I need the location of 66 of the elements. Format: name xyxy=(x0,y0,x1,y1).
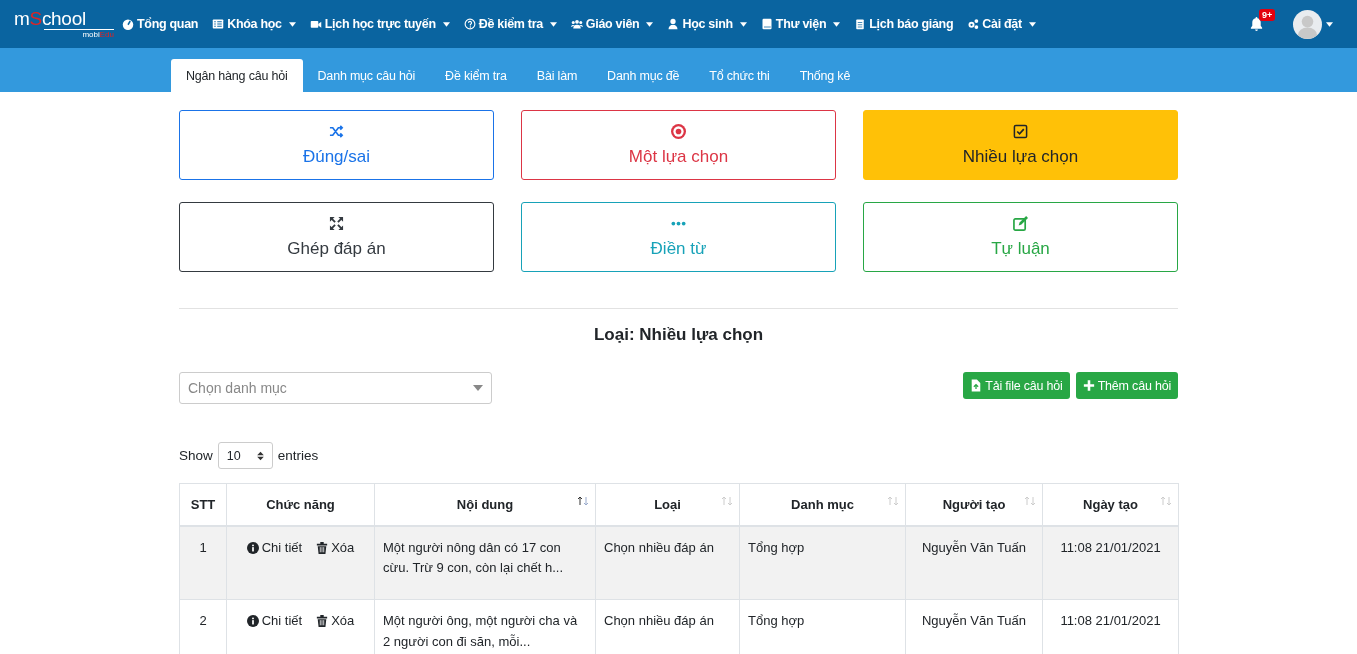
entries-label: entries xyxy=(277,448,319,463)
nav-menu-item[interactable]: Tổng quan xyxy=(122,17,199,31)
nav-menu-item[interactable]: Giáo viên xyxy=(570,17,654,31)
entries-select[interactable]: 10 xyxy=(217,442,273,469)
question-icon xyxy=(463,18,476,30)
section-title: Loại: Nhiều lựa chọn xyxy=(592,325,765,345)
list-icon xyxy=(212,18,225,30)
column-header[interactable]: Nội dung xyxy=(374,483,596,526)
caret-icon xyxy=(1326,21,1333,27)
question-type-button[interactable]: Nhiều lựa chọn xyxy=(863,110,1178,180)
updown-caret-icon xyxy=(256,450,264,461)
table-cell: Chọn nhiều đáp án xyxy=(595,525,740,600)
detail-link[interactable]: Chi tiết xyxy=(246,537,303,559)
column-header[interactable]: Ngày tạo xyxy=(1042,483,1179,526)
gauge-icon xyxy=(122,18,134,30)
nav-menu-item[interactable]: Học sinh xyxy=(667,17,747,31)
nav-menu-item[interactable]: Khóa học xyxy=(212,17,296,31)
mschool-logo[interactable]: mSchool mobiEdu xyxy=(14,9,114,39)
column-header[interactable]: Danh mục xyxy=(739,483,906,526)
expand-arrows-icon xyxy=(329,215,344,231)
column-header: STT xyxy=(179,483,227,526)
nav-menu-item[interactable]: Cài đặt xyxy=(967,17,1036,31)
nav-menu-item[interactable]: Lịch báo giảng xyxy=(854,17,954,31)
clipboard-icon xyxy=(854,18,867,30)
video-icon xyxy=(309,18,322,30)
table-cell: Một người nông dân có 17 con cừu. Trừ 9 con, còn lại chết h... xyxy=(374,525,596,600)
info-icon xyxy=(246,541,259,554)
users-icon xyxy=(570,18,583,30)
avatar-icon xyxy=(1293,9,1322,39)
delete-link[interactable]: Xóa xyxy=(316,611,355,632)
category-select[interactable]: Chọn danh mục xyxy=(179,372,492,404)
delete-link[interactable]: Xóa xyxy=(316,537,355,559)
notification-badge: 9+ xyxy=(1259,9,1276,21)
bell-icon[interactable] xyxy=(1249,16,1264,31)
user-menu[interactable] xyxy=(1293,9,1333,39)
file-icon xyxy=(970,379,983,392)
book-icon xyxy=(760,18,773,30)
table-cell: Nguyễn Văn Tuấn xyxy=(905,525,1043,600)
table-cell: 11:08 21/01/2021 xyxy=(1042,525,1179,600)
nav-menu-item[interactable]: Lịch học trực tuyến xyxy=(309,17,450,31)
column-header[interactable]: Loại xyxy=(595,483,740,526)
user-icon xyxy=(667,18,680,30)
table-cell: 2 xyxy=(179,599,227,654)
nav-menu-item[interactable]: Thư viện xyxy=(760,17,841,31)
plus-icon xyxy=(1082,379,1095,392)
show-label: Show xyxy=(179,448,213,463)
shuffle-icon xyxy=(329,123,344,139)
question-type-button[interactable]: Ghép đáp án xyxy=(179,202,494,272)
info-icon xyxy=(246,615,259,628)
question-type-button[interactable]: Tự luận xyxy=(863,202,1178,272)
table-cell: 1 xyxy=(179,525,227,600)
question-type-button[interactable]: Một lựa chọn xyxy=(521,110,836,180)
trash-icon xyxy=(316,615,329,628)
caret-icon xyxy=(473,385,483,391)
nav-menu-item[interactable]: Đề kiểm tra xyxy=(463,17,557,31)
detail-link[interactable]: Chi tiết xyxy=(246,611,303,632)
check-square-icon xyxy=(1013,123,1028,139)
edit-icon xyxy=(1013,215,1028,231)
question-type-button[interactable]: Đúng/sai xyxy=(179,110,494,180)
column-header[interactable]: Người tạo xyxy=(905,483,1043,526)
column-header: Chức năng xyxy=(226,483,375,526)
trash-icon xyxy=(316,541,329,554)
table-cell: Tổng hợp xyxy=(739,525,906,600)
cogs-icon xyxy=(967,18,980,30)
tab[interactable]: Ngân hàng câu hỏi xyxy=(171,59,303,92)
dot-circle-icon xyxy=(671,123,686,139)
